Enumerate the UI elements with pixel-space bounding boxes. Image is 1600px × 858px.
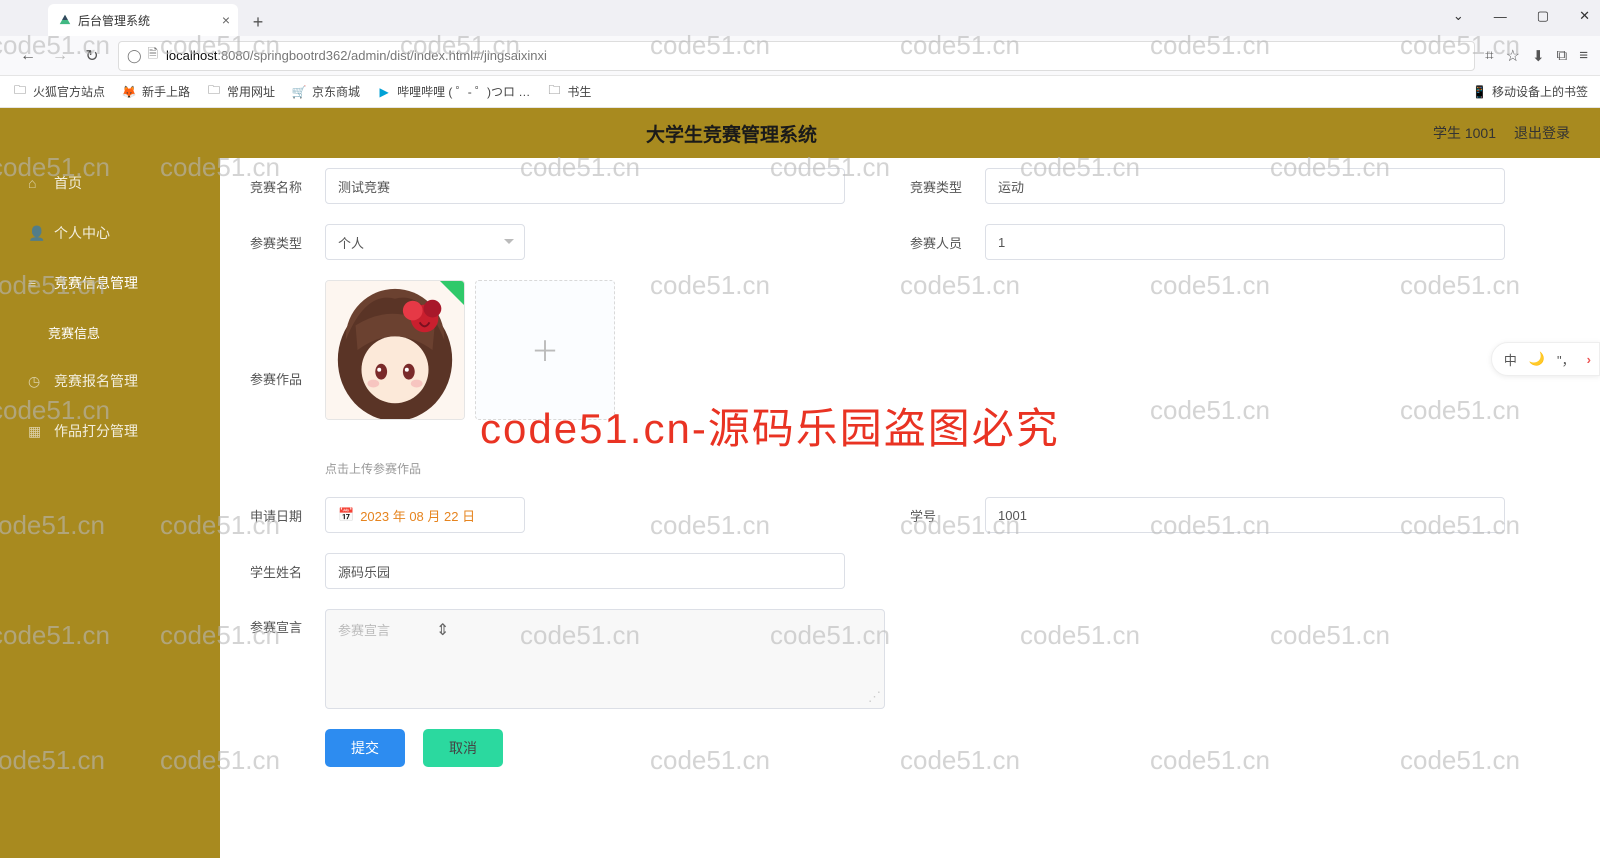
- label-entry-type: 参赛类型: [250, 233, 325, 252]
- user-icon: 👤: [28, 225, 44, 242]
- browser-tab-bar: 后台管理系统 × +: [0, 0, 1600, 36]
- input-comp-name[interactable]: [325, 168, 845, 204]
- sidebar-subitem-comp-info[interactable]: 竞赛信息: [0, 308, 220, 356]
- bookmark-item[interactable]: 🗀火狐官方站点: [12, 83, 105, 100]
- app-title: 大学生竞赛管理系统: [30, 120, 1433, 147]
- upload-success-icon: [439, 280, 465, 306]
- label-student-no: 学号: [910, 506, 985, 525]
- sidebar: ⌂首页 👤个人中心 ≡竞赛信息管理 竞赛信息 ◷竞赛报名管理 ▦作品打分管理: [0, 158, 220, 858]
- firefox-icon: 🦊: [121, 84, 137, 100]
- tab-add-button[interactable]: +: [244, 8, 272, 36]
- bookmark-mobile[interactable]: 📱移动设备上的书签: [1472, 83, 1588, 100]
- sidebar-item-score-mgmt[interactable]: ▦作品打分管理: [0, 406, 220, 456]
- list-icon: ≡: [28, 275, 44, 291]
- url-path: :8080/springbootrd362/admin/dist/index.h…: [217, 48, 547, 63]
- window-maximize-icon[interactable]: ▢: [1537, 8, 1549, 24]
- address-bar: ← → ↻ ◯ 🗎 localhost:8080/springbootrd362…: [0, 36, 1600, 76]
- folder-icon: 🗀: [12, 84, 28, 100]
- upload-thumbnail[interactable]: [325, 280, 465, 420]
- label-comp-name: 竞赛名称: [250, 177, 325, 196]
- mobile-icon: 📱: [1472, 85, 1487, 99]
- shield-icon: ◯: [127, 48, 142, 64]
- bookmark-star-icon[interactable]: ☆: [1506, 46, 1520, 66]
- nav-back-icon[interactable]: ←: [14, 42, 42, 70]
- cancel-button[interactable]: 取消: [423, 729, 503, 767]
- url-input[interactable]: ◯ 🗎 localhost:8080/springbootrd362/admin…: [118, 41, 1475, 71]
- ime-lang[interactable]: 中: [1504, 350, 1517, 369]
- ime-toolbar[interactable]: 中 🌙 "， ›: [1491, 342, 1600, 376]
- tab-title: 后台管理系统: [78, 12, 150, 29]
- label-comp-type: 竞赛类型: [910, 177, 985, 196]
- url-host: localhost: [166, 48, 217, 63]
- current-user: 学生 1001: [1433, 123, 1496, 143]
- folder-icon: 🗀: [546, 84, 562, 100]
- sidebar-item-home[interactable]: ⌂首页: [0, 158, 220, 208]
- textarea-slogan[interactable]: 参赛宣言 ⇕ ⋰: [325, 609, 885, 709]
- bookmark-item[interactable]: ▶哔哩哔哩 ( ゜- ゜)つロ …: [376, 83, 530, 100]
- main-content: 竞赛名称 竞赛类型 参赛类型 个人 参赛人员 参赛作品: [220, 158, 1600, 858]
- resize-cursor-icon: ⇕: [436, 620, 449, 640]
- sidebar-item-personal[interactable]: 👤个人中心: [0, 208, 220, 258]
- bookmarks-bar: 🗀火狐官方站点 🦊新手上路 🗀常用网址 🛒京东商城 ▶哔哩哔哩 ( ゜- ゜)つ…: [0, 76, 1600, 108]
- moon-icon[interactable]: 🌙: [1529, 351, 1545, 367]
- jd-icon: 🛒: [291, 84, 307, 100]
- input-student-name[interactable]: [325, 553, 845, 589]
- bookmark-item[interactable]: 🦊新手上路: [121, 83, 190, 100]
- browser-tab[interactable]: 后台管理系统 ×: [48, 4, 238, 36]
- bookmark-item[interactable]: 🛒京东商城: [291, 83, 360, 100]
- input-comp-type[interactable]: [985, 168, 1505, 204]
- input-apply-date[interactable]: 📅 2023 年 08 月 22 日: [325, 497, 525, 533]
- app-header: 大学生竞赛管理系统 学生 1001 退出登录: [0, 108, 1600, 158]
- chevron-right-icon[interactable]: ›: [1587, 352, 1591, 367]
- label-entry-work: 参赛作品: [250, 369, 325, 388]
- sidebar-item-signup-mgmt[interactable]: ◷竞赛报名管理: [0, 356, 220, 406]
- submit-button[interactable]: 提交: [325, 729, 405, 767]
- bookmark-item[interactable]: 🗀书生: [546, 83, 591, 100]
- window-controls: ⌄ — ▢ ✕: [1453, 8, 1590, 24]
- nav-reload-icon[interactable]: ↻: [78, 42, 106, 70]
- input-student-no[interactable]: [985, 497, 1505, 533]
- upload-hint: 点击上传参赛作品: [325, 460, 615, 477]
- input-entry-people[interactable]: [985, 224, 1505, 260]
- menu-icon[interactable]: ≡: [1579, 47, 1588, 64]
- tab-close-icon[interactable]: ×: [222, 12, 230, 28]
- label-student-name: 学生姓名: [250, 562, 325, 581]
- logout-button[interactable]: 退出登录: [1514, 123, 1570, 143]
- calendar-icon: 📅: [338, 507, 354, 523]
- vue-favicon-icon: [58, 13, 72, 27]
- label-apply-date: 申请日期: [250, 506, 325, 525]
- window-close-icon[interactable]: ✕: [1579, 8, 1590, 24]
- bilibili-icon: ▶: [376, 84, 392, 100]
- signup-icon: ◷: [28, 373, 44, 390]
- extensions-icon[interactable]: ⧉: [1557, 47, 1568, 64]
- select-entry-type[interactable]: 个人: [325, 224, 525, 260]
- page-info-icon: 🗎: [148, 45, 158, 67]
- score-icon: ▦: [28, 423, 44, 440]
- ime-punct[interactable]: "，: [1557, 350, 1575, 369]
- bookmark-item[interactable]: 🗀常用网址: [206, 83, 275, 100]
- qr-icon[interactable]: ⌗: [1485, 47, 1493, 64]
- window-chevron-icon[interactable]: ⌄: [1453, 8, 1464, 24]
- label-entry-people: 参赛人员: [910, 233, 985, 252]
- sidebar-item-comp-info-mgmt[interactable]: ≡竞赛信息管理: [0, 258, 220, 308]
- upload-add-button[interactable]: ＋: [475, 280, 615, 420]
- window-minimize-icon[interactable]: —: [1494, 9, 1507, 24]
- label-slogan: 参赛宣言: [250, 609, 325, 636]
- resize-handle-icon[interactable]: ⋰: [868, 689, 881, 705]
- folder-icon: 🗀: [206, 84, 222, 100]
- download-icon[interactable]: ⬇: [1532, 47, 1545, 65]
- nav-forward-icon[interactable]: →: [46, 42, 74, 70]
- home-icon: ⌂: [28, 175, 44, 191]
